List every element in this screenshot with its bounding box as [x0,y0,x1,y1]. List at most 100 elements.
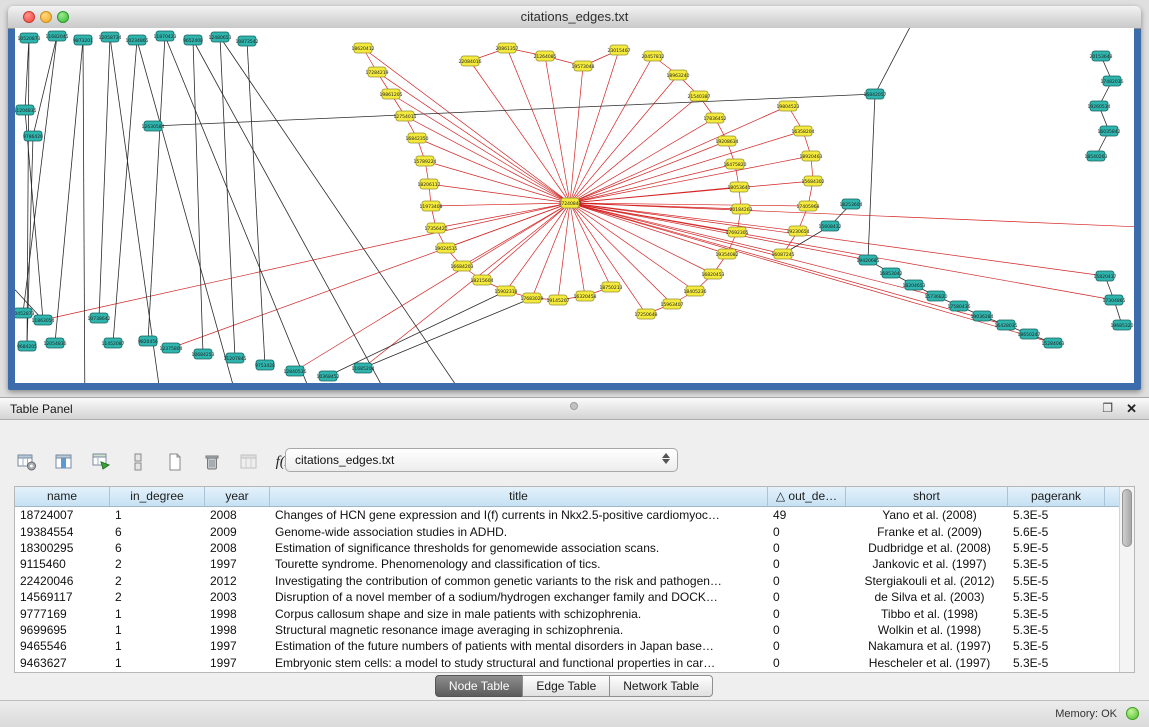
graph-node[interactable]: 15963407 [661,299,684,309]
table-cell[interactable]: 5.3E-5 [1008,508,1105,522]
graph-node[interactable]: 17482036 [1101,76,1124,86]
graph-node[interactable]: 9786420 [23,131,43,141]
table-scrollbar[interactable] [1119,487,1134,672]
graph-node[interactable]: 18206117 [418,179,441,189]
table-cell[interactable]: Stergiakouli et al. (2012) [846,574,1008,588]
graph-node[interactable]: 9684205 [17,341,37,351]
table-cell[interactable]: 2 [110,590,205,604]
table-cell[interactable]: 6 [110,525,205,539]
table-row[interactable]: 1872400712008Changes of HCN gene express… [15,507,1134,523]
table-cell[interactable]: 9465546 [15,639,110,653]
table-cell[interactable]: 1 [110,639,205,653]
graph-node[interactable]: 11682045 [46,31,69,41]
graph-node[interactable]: 19573048 [572,61,595,71]
table-cell[interactable]: 2008 [205,541,270,555]
graph-edge[interactable] [153,94,875,126]
table-cell[interactable]: Jankovic et al. (1997) [846,557,1008,571]
graph-node[interactable]: 17683029 [521,293,544,303]
graph-edge[interactable] [570,203,1006,325]
table-cell[interactable]: 18300295 [15,541,110,555]
graph-node[interactable]: 16842350 [406,133,429,143]
graph-node[interactable]: 12840536 [284,366,307,376]
table-cell[interactable]: 5.3E-5 [1008,656,1105,670]
graph-edge[interactable] [570,203,585,296]
graph-node[interactable]: 19208634 [716,136,739,146]
graph-node[interactable]: 10234865 [126,35,149,45]
table-cell[interactable]: 0 [768,557,846,571]
table-cell[interactable]: Hescheler et al. (1997) [846,656,1008,670]
graph-node[interactable]: 15608432 [819,221,842,231]
column-header-out_degree[interactable]: △ out_de… [768,487,846,506]
graph-node[interactable]: 16428035 [995,320,1018,330]
graph-edge[interactable] [99,37,110,318]
table-cell[interactable]: 1 [110,623,205,637]
table-cell[interactable]: 0 [768,623,846,637]
graph-edge[interactable] [570,203,1053,343]
graph-node[interactable]: 18920463 [800,151,823,161]
table-cell[interactable]: Embryonic stem cells: a model to study s… [270,656,768,670]
table-cell[interactable]: 0 [768,607,846,621]
table-cell[interactable]: 2012 [205,574,270,588]
graph-node[interactable]: 18253604 [840,199,863,209]
table-row[interactable]: 911546021997Tourette syndrome. Phenomeno… [15,556,1134,572]
graph-node[interactable]: 21540387 [688,91,711,101]
graph-edge[interactable] [193,40,203,354]
tab-network-table[interactable]: Network Table [609,675,713,697]
graph-node[interactable]: 18620412 [352,43,375,53]
graph-edge[interactable] [462,203,570,266]
table-cell[interactable]: 2009 [205,525,270,539]
graph-edge[interactable] [43,203,570,320]
table-select-combo[interactable]: citations_edges.txt [285,448,678,472]
graph-node[interactable]: 19354082 [716,249,739,259]
graph-node[interactable]: 19685320 [1111,320,1134,330]
table-cell[interactable]: 6 [110,541,205,555]
table-cell[interactable]: 5.3E-5 [1008,623,1105,637]
graph-edge[interactable] [33,36,57,136]
table-row[interactable]: 969969511998Structural magnetic resonanc… [15,622,1134,638]
graph-edge[interactable] [148,36,165,341]
graph-node[interactable]: 17692305 [726,227,749,237]
graph-node[interactable]: 10520873 [18,33,41,43]
graph-node[interactable]: 15736820 [925,291,948,301]
graph-edge[interactable] [55,40,83,343]
table-cell[interactable]: Genome-wide association studies in ADHD. [270,525,768,539]
graph-node[interactable]: 16475820 [724,159,747,169]
table-row[interactable]: 1456911722003Disruption of a novel membe… [15,589,1134,605]
table-cell[interactable]: 2008 [205,508,270,522]
graph-node[interactable]: 15684302 [802,176,825,186]
graph-node[interactable]: 11973408 [420,201,443,211]
graph-node[interactable]: 12754011 [394,111,417,121]
table-cell[interactable]: de Silva et al. (2003) [846,590,1008,604]
graph-edge[interactable] [875,28,920,94]
table-cell[interactable]: 5.3E-5 [1008,557,1105,571]
graph-node[interactable]: 19145207 [547,295,570,305]
table-cell[interactable]: Tibbo et al. (1998) [846,607,1008,621]
graph-node[interactable]: 12375804 [160,343,183,353]
table-cell[interactable]: 1998 [205,623,270,637]
column-header-year[interactable]: year [205,487,270,506]
graph-edge[interactable] [545,56,570,203]
table-cell[interactable]: 9777169 [15,607,110,621]
graph-node[interactable]: 18963240 [667,70,690,80]
row-tools-button[interactable] [125,449,151,475]
graph-node[interactable]: 9873201 [73,35,93,45]
graph-node[interactable]: 20184263 [730,204,753,214]
graph-node[interactable]: 20457812 [642,51,665,61]
delete-columns-button[interactable] [199,449,225,475]
graph-node[interactable]: 19420685 [857,255,880,265]
table-cell[interactable]: 0 [768,639,846,653]
scrollbar-thumb[interactable] [1122,489,1132,547]
panel-splitter-handle[interactable] [570,402,578,410]
table-cell[interactable]: 2003 [205,590,270,604]
network-canvas-svg[interactable]: 1862041217284219198612051275401116842350… [15,28,1134,383]
graph-node[interactable]: 10684253 [192,349,215,359]
graph-node[interactable]: 19036284 [971,311,994,321]
table-cell[interactable]: 49 [768,508,846,522]
graph-node[interactable]: 11863054 [32,315,55,325]
column-header-in_degree[interactable]: in_degree [110,487,205,506]
show-hide-columns-button[interactable] [51,449,77,475]
graph-node[interactable]: 17284219 [366,67,389,77]
table-cell[interactable]: 1998 [205,607,270,621]
graph-node[interactable]: 10873542 [236,36,259,46]
graph-node[interactable]: 19230654 [787,226,810,236]
